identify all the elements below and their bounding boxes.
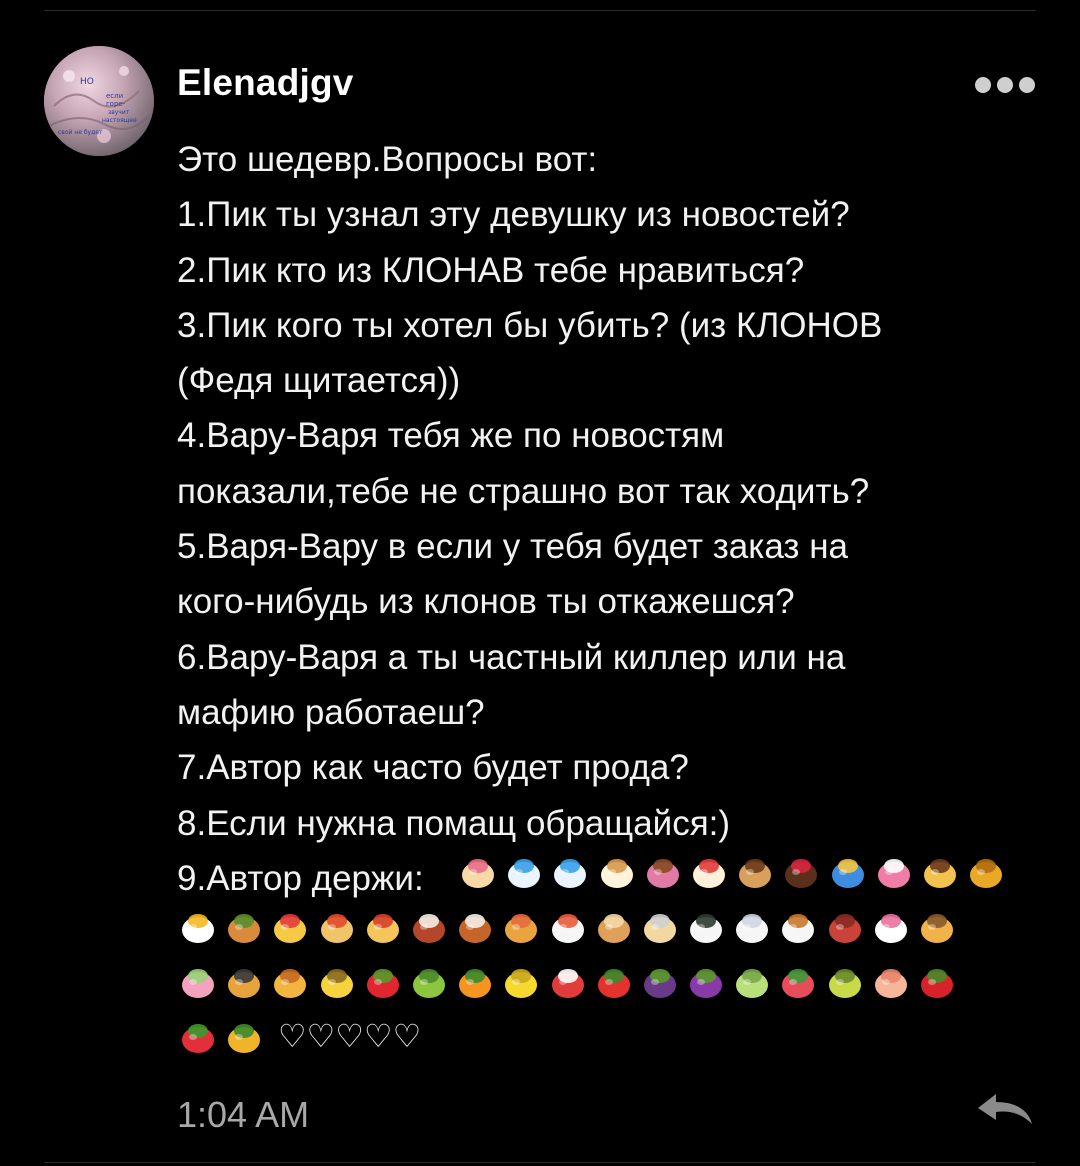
poultry-leg-icon [454, 905, 496, 947]
eggplant-icon [639, 960, 681, 1002]
curry-rice-icon [777, 905, 819, 947]
pineapple-icon [223, 1015, 265, 1057]
candy-icon [827, 850, 869, 892]
doughnut-icon [642, 850, 684, 892]
pear-icon [824, 960, 866, 1002]
meat-on-bone-icon [408, 905, 450, 947]
avatar-text-5: настоящее [102, 117, 137, 124]
red-apple-icon [362, 960, 404, 1002]
reply-button[interactable] [972, 1088, 1038, 1128]
message-line: 2.Пик кто из КЛОНАВ тебе нравиться? [177, 250, 805, 290]
emoji-row-icons [177, 1024, 269, 1053]
top-divider [44, 10, 1036, 11]
dango-icon [177, 960, 219, 1002]
hearts-text: ♡♡♡♡♡ [277, 1017, 422, 1055]
rice-cracker-icon [223, 960, 265, 1002]
custard-pudding-icon [919, 850, 961, 892]
message-line: 5.Варя-Вару в если у тебя будет заказ на [177, 527, 848, 567]
pizza-icon [362, 905, 404, 947]
shaved-ice-icon [503, 850, 545, 892]
strawberry-icon [177, 1015, 219, 1057]
message-line: мафию работаеш? [177, 692, 485, 732]
tomato-icon [593, 960, 635, 1002]
watermelon-icon [777, 960, 819, 1002]
emoji-row: ♡♡♡♡♡ [177, 1015, 421, 1065]
ramen-icon [639, 905, 681, 947]
avatar-text-3: горе- [106, 100, 126, 108]
oden-icon [916, 905, 958, 947]
cherries-icon [916, 960, 958, 1002]
chocolate-bar-icon [780, 850, 822, 892]
roasted-sweet-potato-icon [269, 960, 311, 1002]
melon-icon [731, 960, 773, 1002]
cookie-icon [734, 850, 776, 892]
message-line: 7.Автор как часто будет прода? [177, 748, 689, 788]
hamburger-icon [223, 905, 265, 947]
bread-icon [593, 905, 635, 947]
honey-pot-icon [965, 850, 1007, 892]
avatar-text-2: если [106, 92, 123, 100]
fried-egg-icon [177, 905, 219, 947]
message-line: кого-нибудь из клонов ты откажешся? [177, 582, 795, 622]
more-dots-icon [975, 77, 1035, 93]
sushi-icon [547, 905, 589, 947]
tangerine-icon [454, 960, 496, 1002]
shaved-ice-icon [549, 850, 591, 892]
message-line: 6.Вару-Варя а ты частный киллер или на [177, 637, 846, 677]
lollipop-icon [873, 850, 915, 892]
message-line: 1.Пик ты узнал эту девушку из новостей? [177, 195, 850, 235]
spaghetti-icon [316, 905, 358, 947]
message-line: 3.Пик кого ты хотел бы убить? (из КЛОНОВ [177, 305, 883, 345]
stew-icon [824, 905, 866, 947]
ice-cream-cone-icon [596, 850, 638, 892]
rice-icon [731, 905, 773, 947]
rice-ball-icon [685, 905, 727, 947]
comment-message: Это шедевр.Вопросы вот: 1.Пик ты узнал э… [177, 132, 1047, 906]
emoji-row [177, 960, 962, 1010]
message-line: 8.Если нужна помащ обращайся:) [177, 803, 731, 843]
emoji-row [457, 850, 1011, 900]
mushroom-icon [547, 960, 589, 1002]
reply-arrow-icon [978, 1094, 1032, 1124]
timestamp: 1:04 AM [177, 1094, 310, 1135]
fish-cake-icon [870, 905, 912, 947]
lemon-icon [500, 960, 542, 1002]
message-line: Это шедевр.Вопросы вот: [177, 140, 598, 179]
message-line: 4.Вару-Варя тебя же по новостям [177, 416, 725, 456]
message-line: (Федя щитается)) [177, 361, 461, 401]
birthday-cake-icon [457, 850, 499, 892]
avatar-image: НО если горе- звучит настоящее свой не б… [44, 46, 154, 156]
avatar-text-1: НО [80, 77, 94, 87]
username[interactable]: Elenadjgv [177, 62, 354, 104]
avatar[interactable]: НО если горе- звучит настоящее свой не б… [44, 46, 154, 156]
emoji-row [177, 905, 962, 955]
french-fries-icon [269, 905, 311, 947]
peach-icon [870, 960, 912, 1002]
fried-shrimp-icon [500, 905, 542, 947]
cake-slice-icon [688, 850, 730, 892]
bottom-divider [44, 1162, 1036, 1163]
message-line: показали,тебе не страшно вот так ходить? [177, 471, 870, 511]
green-apple-icon [408, 960, 450, 1002]
more-options-button[interactable] [970, 70, 1040, 100]
avatar-text-6: свой не будет [58, 129, 103, 136]
avatar-text-4: звучит [108, 109, 130, 116]
banana-icon [316, 960, 358, 1002]
grapes-icon [685, 960, 727, 1002]
